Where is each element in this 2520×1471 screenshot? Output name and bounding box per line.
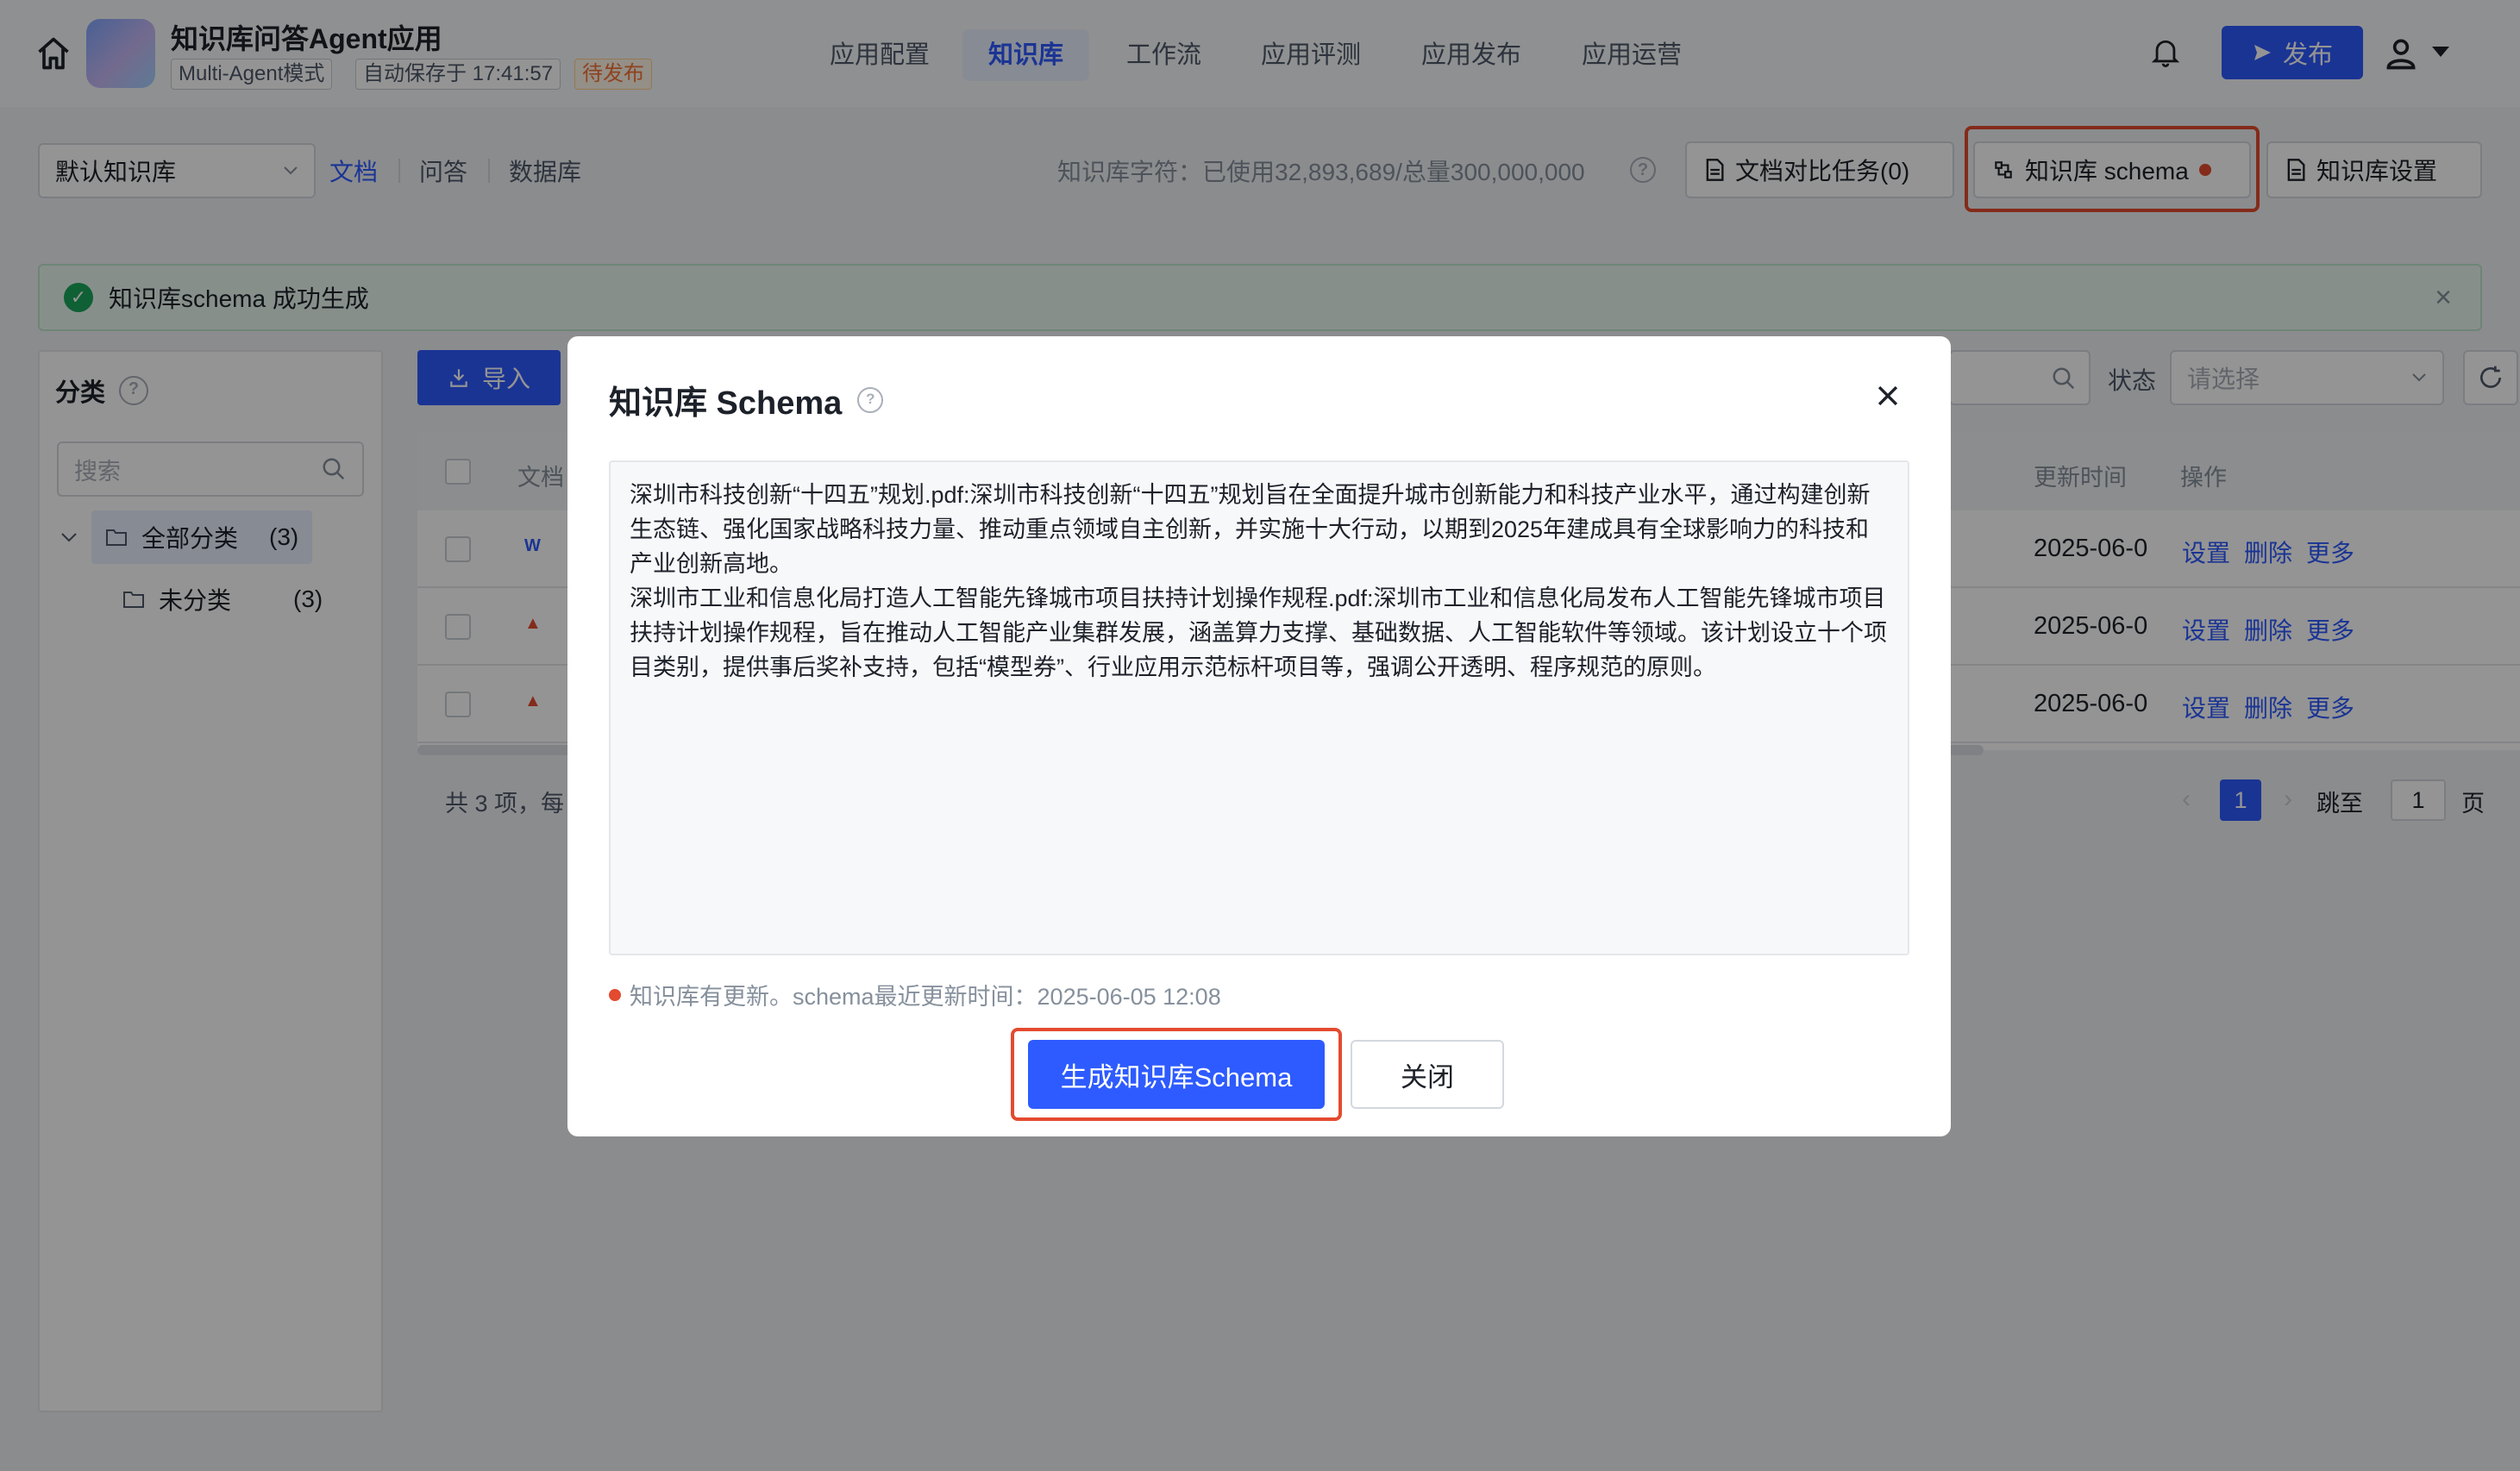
schema-textarea[interactable]: 深圳市科技创新“十四五”规划.pdf:深圳市科技创新“十四五”规划旨在全面提升城… bbox=[609, 460, 1909, 955]
close-button[interactable]: 关闭 bbox=[1351, 1040, 1504, 1109]
modal-title: 知识库 Schema ? bbox=[609, 376, 884, 423]
generate-schema-button[interactable]: 生成知识库Schema bbox=[1028, 1040, 1325, 1109]
update-dot bbox=[609, 988, 621, 1001]
help-icon[interactable]: ? bbox=[857, 386, 884, 413]
update-note: 知识库有更新。schema最近更新时间：2025-06-05 12:08 bbox=[609, 978, 1221, 1011]
close-icon[interactable] bbox=[1873, 381, 1903, 410]
schema-paragraph: 深圳市科技创新“十四五”规划.pdf:深圳市科技创新“十四五”规划旨在全面提升城… bbox=[630, 482, 1871, 577]
schema-modal: 知识库 Schema ? 深圳市科技创新“十四五”规划.pdf:深圳市科技创新“… bbox=[567, 336, 1951, 1136]
modal-title-text: 知识库 Schema bbox=[609, 385, 843, 422]
schema-paragraph: 深圳市工业和信息化局打造人工智能先锋城市项目扶持计划操作规程.pdf:深圳市工业… bbox=[630, 585, 1887, 680]
update-note-text: 知识库有更新。schema最近更新时间：2025-06-05 12:08 bbox=[630, 984, 1221, 1010]
